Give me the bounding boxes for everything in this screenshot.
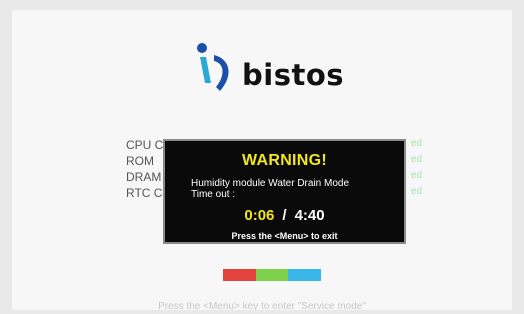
check-status: ed <box>411 154 423 165</box>
device-screen: bistos CPU C ed ROM ed DRAM ed RTC C ed … <box>12 10 512 310</box>
exit-instruction: Press the <Menu> to exit <box>231 231 338 241</box>
warning-title: WARNING! <box>241 152 328 169</box>
timer-separator: / <box>282 207 287 224</box>
total-time: 4:40 <box>294 207 325 224</box>
progress-segment-blue <box>288 269 322 281</box>
check-status: ed <box>411 138 423 149</box>
progress-bar <box>223 269 322 281</box>
check-status: ed <box>411 186 423 197</box>
check-label: RTC C <box>126 186 163 200</box>
timeout-label: Time out : <box>191 189 236 200</box>
check-label: DRAM <box>126 170 162 184</box>
check-label: ROM <box>126 154 154 168</box>
service-mode-hint: Press the <Menu> key to enter "Service m… <box>158 301 366 310</box>
warning-dialog: WARNING! Humidity module Water Drain Mod… <box>163 139 406 244</box>
brand-name: bistos <box>242 58 345 92</box>
check-label: CPU C <box>126 138 164 152</box>
elapsed-time: 0:06 <box>244 207 275 224</box>
bistos-logo-mark-icon <box>190 41 238 99</box>
timeout-timer: 0:06 / 4:40 <box>165 207 404 224</box>
check-status: ed <box>411 170 423 181</box>
bistos-logo: bistos <box>190 40 344 100</box>
warning-message: Humidity module Water Drain Mode <box>191 178 350 189</box>
progress-segment-red <box>223 269 256 281</box>
progress-segment-green <box>255 269 289 281</box>
